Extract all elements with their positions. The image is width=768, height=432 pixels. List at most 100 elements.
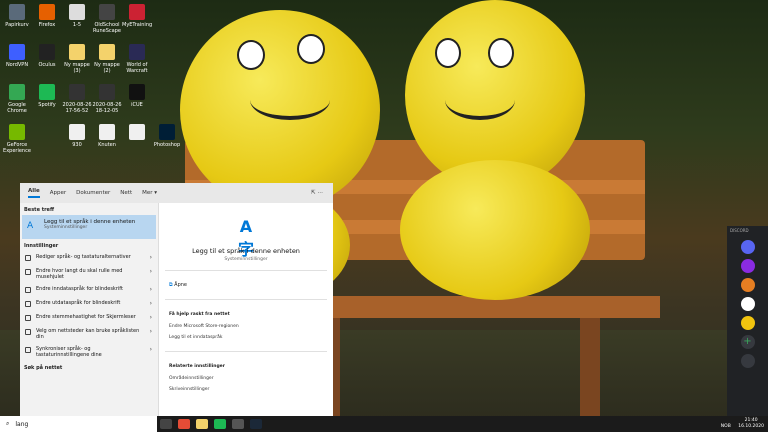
related-link[interactable]: Skriveinnstillinger [159, 384, 333, 395]
desktop-icon[interactable]: Photoshop [152, 124, 182, 148]
discord-title: DISCORD [730, 228, 749, 233]
tab-all[interactable]: Alle [28, 188, 40, 198]
open-label: Åpne [174, 282, 188, 288]
wallpaper-eye [488, 38, 514, 68]
chevron-right-icon[interactable]: › [150, 255, 152, 261]
desktop-icon-label: MyETraining [122, 22, 153, 28]
desktop-icon[interactable]: Oculus [32, 44, 62, 68]
tab-apps[interactable]: Apper [50, 190, 66, 196]
desktop-icon[interactable]: 2020-08-26 18-12-05 [92, 84, 122, 114]
search-input[interactable]: lang [15, 421, 28, 428]
app-icon [9, 84, 25, 100]
chrome-icon[interactable] [178, 419, 190, 429]
best-match-item[interactable]: A Legg til et språk i denne enheten Syst… [22, 215, 156, 239]
settings-result-label: Endre inndataspråk for blindeskrift [36, 286, 123, 292]
discord-home-icon[interactable] [740, 240, 755, 254]
app-icon [69, 44, 85, 60]
discord-overlay: DISCORD + [727, 226, 768, 416]
desktop-icon[interactable]: Spotify [32, 84, 62, 108]
start-menu: Alle Apper Dokumenter Nett Mer ▾ ⇱ ⋯ Bes… [20, 183, 333, 416]
discord-server-icon[interactable] [740, 297, 755, 311]
steam-icon[interactable] [250, 419, 262, 429]
desktop-icon[interactable]: 1-5 [62, 4, 92, 28]
app-icon [129, 44, 145, 60]
desktop-icon-label: iCUE [131, 102, 143, 108]
tab-documents[interactable]: Dokumenter [76, 190, 110, 196]
settings-result-item[interactable]: Velg om nettsteder kan bruke språklisten… [20, 325, 158, 343]
chevron-right-icon[interactable]: › [150, 315, 152, 321]
chevron-right-icon[interactable]: › [150, 329, 152, 335]
desktop-icon[interactable]: Papirkurv [2, 4, 32, 28]
desktop-icon[interactable]: Google Chrome [2, 84, 32, 114]
desktop-icon[interactable]: NordVPN [2, 44, 32, 68]
app-icon [39, 84, 55, 100]
open-action[interactable]: ⧉ Åpne [159, 279, 333, 291]
desktop-icon[interactable]: Knuten [92, 124, 122, 148]
desktop-icon[interactable]: Firefox [32, 4, 62, 28]
discord-server-icon[interactable] [740, 278, 755, 292]
search-icon: ⌕ [6, 420, 10, 427]
settings-icon [25, 269, 31, 275]
settings-result-item[interactable]: Endre hvor langt du skal rulle med museh… [20, 265, 158, 283]
chevron-right-icon[interactable]: › [150, 269, 152, 275]
app-icon[interactable] [232, 419, 244, 429]
quick-help-link[interactable]: Endre Microsoft Store-regionen [159, 321, 333, 332]
desktop-icon[interactable]: 930 [62, 124, 92, 148]
chevron-right-icon[interactable]: › [150, 287, 152, 293]
desktop-icon[interactable]: OldSchool RuneScape [92, 4, 122, 34]
desktop-icon[interactable]: GeForce Experience [2, 124, 32, 154]
language-icon: A [27, 221, 34, 231]
desktop-icon-label: World of Warcraft [126, 62, 148, 74]
tab-web[interactable]: Nett [120, 190, 132, 196]
chevron-right-icon[interactable]: › [150, 301, 152, 307]
wallpaper-mouth [445, 80, 515, 120]
spotify-icon[interactable] [214, 419, 226, 429]
app-icon [9, 4, 25, 20]
related-link[interactable]: Områdeinnstillinger [159, 373, 333, 384]
app-icon [99, 124, 115, 140]
desktop-icon[interactable]: Ny mappe (2) [92, 44, 122, 74]
app-icon [39, 44, 55, 60]
chevron-right-icon[interactable]: › [150, 347, 152, 353]
desktop-icon[interactable]: MyETraining [122, 4, 152, 28]
wallpaper-bench-seat [300, 296, 660, 318]
settings-icon [25, 287, 31, 293]
settings-result-label: Velg om nettsteder kan bruke språklisten… [36, 328, 140, 340]
desktop-icon[interactable] [122, 124, 152, 142]
discord-server-icon[interactable] [740, 259, 755, 273]
desktop-icon-label: Firefox [38, 22, 56, 28]
desktop-icon[interactable]: Ny mappe (3) [62, 44, 92, 74]
desktop-icon-label: 2020-08-26 17-56-52 [62, 102, 92, 114]
discord-server-icon[interactable] [740, 316, 755, 330]
tab-more[interactable]: Mer ▾ [142, 190, 157, 196]
desktop-icon[interactable]: 2020-08-26 17-56-52 [62, 84, 92, 114]
clock-date[interactable]: 16.10.2020 [738, 424, 764, 430]
desktop-icon-label: Spotify [38, 102, 56, 108]
settings-result-item[interactable]: Endre stemmehastighet for Skjermleser › [20, 311, 158, 325]
desktop-icon-label: Ny mappe (2) [94, 62, 120, 74]
best-match-heading: Beste treff [24, 207, 54, 213]
settings-result-item[interactable]: Rediger språk- og tastaturalternativer › [20, 251, 158, 265]
settings-result-item[interactable]: Synkroniser språk- og tastaturinnstillin… [20, 343, 158, 361]
desktop-icon[interactable]: World of Warcraft [122, 44, 152, 74]
add-server-icon[interactable]: + [740, 335, 755, 349]
wallpaper-smiley-right-body [400, 160, 590, 300]
desktop-icon[interactable]: iCUE [122, 84, 152, 108]
app-icon [99, 44, 115, 60]
settings-result-item[interactable]: Endre utdataspråk for blindeskrift › [20, 297, 158, 311]
feedback-icon[interactable]: ⇱ ⋯ [311, 190, 323, 196]
settings-icon [25, 329, 31, 335]
desktop-icon-label: Knuten [98, 142, 116, 148]
taskbar: ⌕ lang NOB 21:40 16.10.2020 [0, 416, 768, 432]
explore-icon[interactable] [740, 354, 755, 368]
file-explorer-icon[interactable] [196, 419, 208, 429]
app-icon [9, 124, 25, 140]
search-box[interactable]: ⌕ lang [0, 416, 157, 432]
settings-result-label: Synkroniser språk- og tastaturinnstillin… [36, 346, 102, 358]
desktop-icon-label: Ny mappe (3) [64, 62, 90, 74]
preview-pane: A字 Legg til et språk i denne enheten Sys… [158, 203, 333, 416]
language-indicator[interactable]: NOB [721, 424, 731, 429]
task-view-icon[interactable] [160, 419, 172, 429]
quick-help-link[interactable]: Legg til et inndataspråk [159, 332, 333, 343]
settings-result-item[interactable]: Endre inndataspråk for blindeskrift › [20, 283, 158, 297]
